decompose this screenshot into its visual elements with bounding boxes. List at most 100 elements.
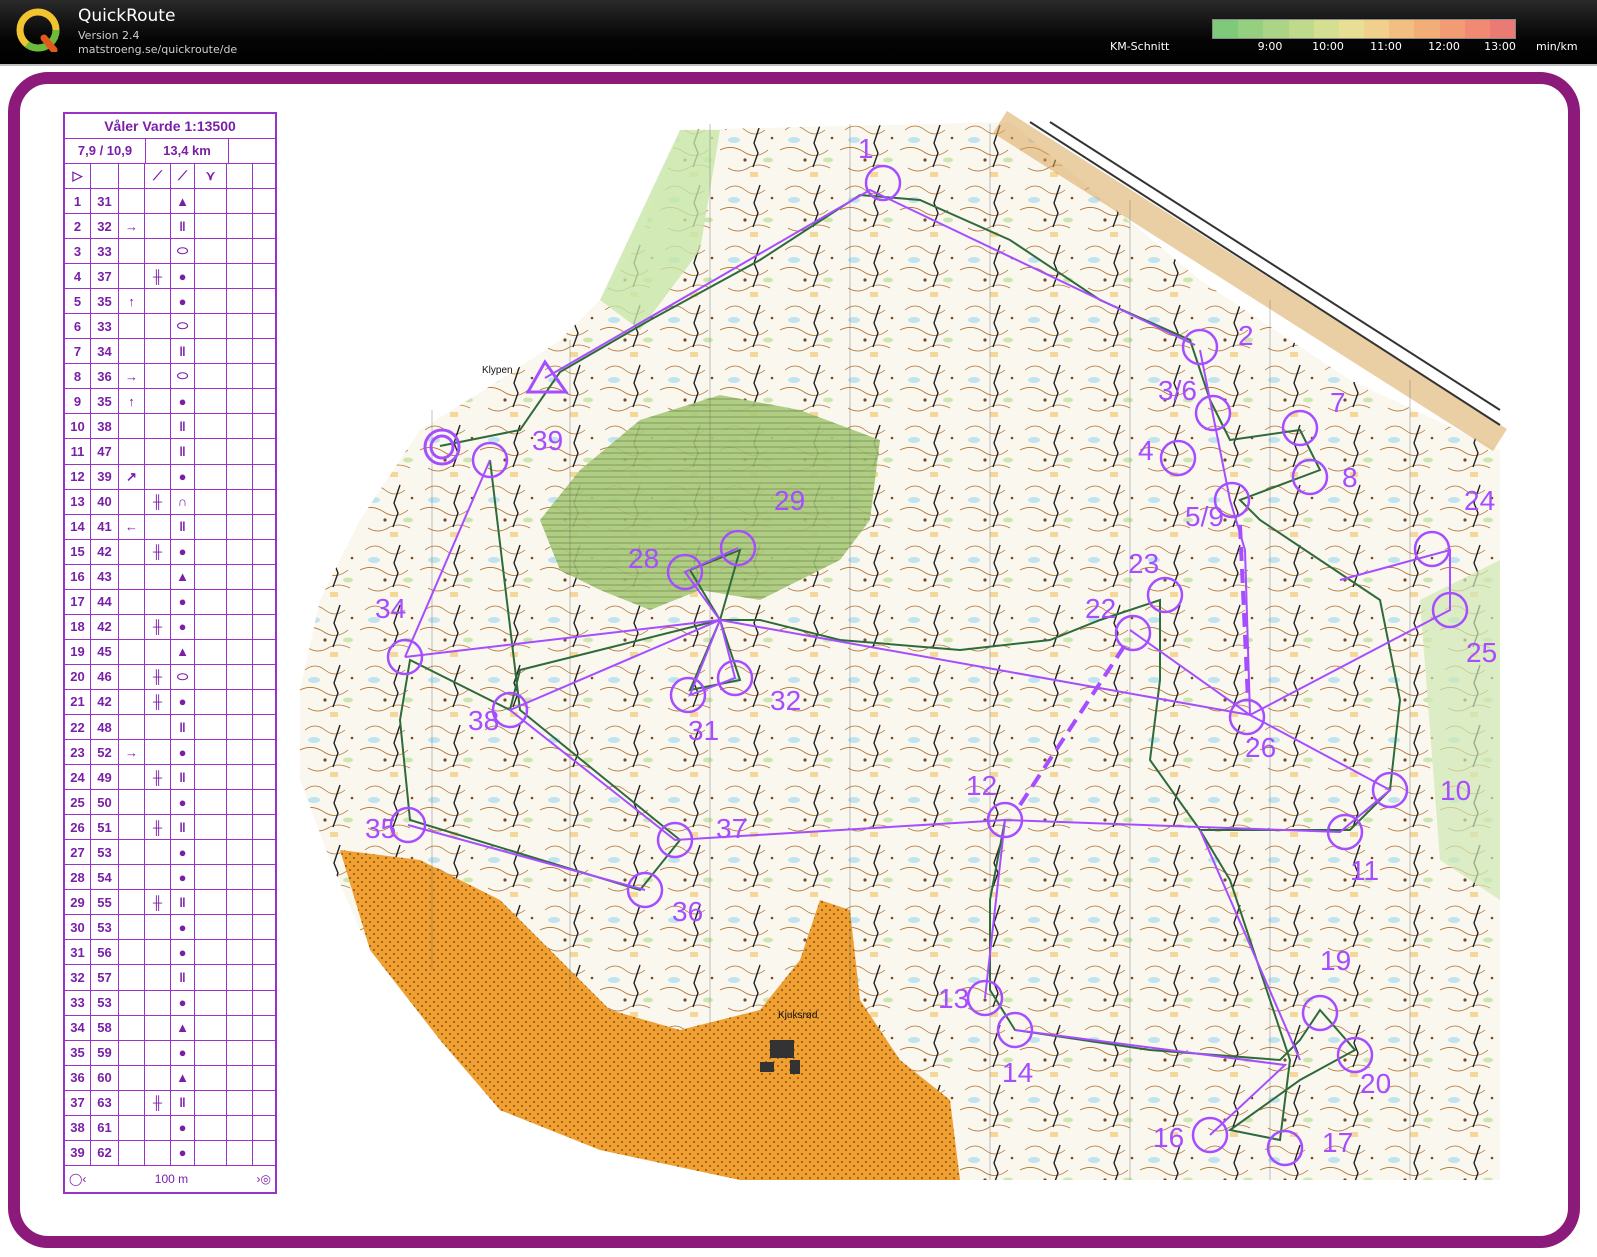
location-blank [253,1041,275,1065]
appearance-blank [195,714,227,740]
details-blank [227,489,253,514]
direction-symbol [119,1065,145,1090]
direction-symbol [119,714,145,740]
control-feature-symbol: ⬭ [171,239,195,264]
control-code: 32 [91,214,119,239]
appearance-blank [195,1115,227,1140]
control-number-label: 19 [1320,945,1351,976]
control-description-row: 32 57 ǁ [65,965,275,991]
feature-symbol [145,314,171,339]
appearance-blank [195,189,227,214]
start-row: ▷ ⟋ ⟋ ⋎ [65,164,275,189]
details-blank [227,389,253,414]
feature-symbol [145,214,171,239]
direction-symbol [119,689,145,714]
control-number-label: 37 [716,813,747,844]
direction-symbol [119,915,145,940]
control-description-row: 24 49 ╫ ǁ [65,765,275,791]
direction-symbol [119,940,145,965]
control-feature-symbol: ● [171,840,195,865]
control-description-row: 6 33 ⬭ [65,314,275,340]
direction-symbol [119,965,145,990]
direction-symbol [119,489,145,514]
location-blank [253,239,275,263]
appearance-blank [195,915,227,940]
control-number-label: 13 [938,983,969,1014]
direction-symbol [119,890,145,915]
details-blank [227,464,253,489]
feature-symbol: ╫ [145,890,171,915]
control-number: 16 [65,564,91,589]
finish-row: ◯‹ 100 m ›◎ [65,1166,275,1192]
control-feature-symbol: ● [171,389,195,414]
location-blank [253,465,275,489]
control-description-row: 23 52 → ● [65,740,275,766]
feature-symbol: ╫ [145,489,171,514]
control-number-label: 11 [1350,855,1379,886]
location-blank [253,540,275,564]
location-blank [253,615,275,639]
control-code: 58 [91,1015,119,1040]
appearance-blank [195,389,227,414]
feature-symbol [145,339,171,364]
details-blank [227,339,253,364]
location-blank [253,640,275,664]
feature-symbol: ╫ [145,815,171,840]
details-blank [227,289,253,314]
details-blank [227,314,253,339]
location-blank [253,1016,275,1040]
details-blank [227,564,253,589]
details-blank [227,264,253,289]
control-code: 50 [91,790,119,815]
control-feature-symbol: ⬭ [171,364,195,389]
control-number: 19 [65,639,91,664]
control-feature-symbol: ǁ [171,890,195,915]
control-number: 34 [65,1015,91,1040]
location-blank [253,1091,275,1115]
details-blank [227,439,253,464]
start-blank [119,164,145,188]
course-info-row: 7,9 / 10,9 13,4 km [65,139,275,164]
control-number: 29 [65,890,91,915]
control-number: 26 [65,815,91,840]
control-code: 38 [91,414,119,439]
crossing-icon: ⟋ [145,164,171,188]
direction-symbol: ↗ [119,464,145,489]
course-length: 13,4 km [146,139,229,163]
details-blank [227,815,253,840]
direction-symbol [119,990,145,1015]
location-blank [253,965,275,989]
feature-symbol [145,1065,171,1090]
control-description-row: 33 53 ● [65,990,275,1016]
location-blank [253,940,275,964]
control-description-row: 30 53 ● [65,915,275,941]
control-description-row: 28 54 ● [65,865,275,891]
control-code: 52 [91,740,119,765]
details-blank [227,514,253,539]
control-number-label: 36 [672,896,703,927]
direction-symbol [119,664,145,689]
control-number-label: 8 [1342,462,1358,493]
finish-distance: 100 m [154,1171,189,1186]
control-number: 36 [65,1065,91,1090]
control-number: 30 [65,915,91,940]
appearance-blank [195,1090,227,1115]
details-blank [227,689,253,714]
location-blank [253,765,275,789]
control-description-row: 13 40 ╫ ∩ [65,489,275,515]
control-code: 53 [91,915,119,940]
control-code: 37 [91,264,119,289]
details-blank [227,990,253,1015]
control-number: 7 [65,339,91,364]
appearance-blank [195,239,227,264]
control-number: 17 [65,589,91,614]
details-blank [227,740,253,765]
details-blank [227,765,253,790]
control-number: 9 [65,389,91,414]
details-blank [227,364,253,389]
location-blank [253,890,275,914]
control-code: 61 [91,1115,119,1140]
control-code: 48 [91,714,119,740]
control-number: 28 [65,865,91,890]
control-description-row: 34 58 ▲ [65,1015,275,1041]
